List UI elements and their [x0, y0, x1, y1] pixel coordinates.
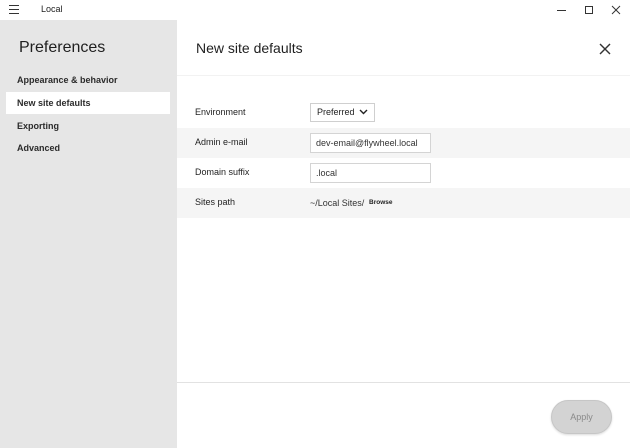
environment-select[interactable]: Preferred: [310, 103, 375, 122]
sidebar: Preferences Appearance & behavior New si…: [0, 20, 176, 448]
sidebar-item-appearance[interactable]: Appearance & behavior: [6, 69, 170, 91]
maximize-button[interactable]: [574, 0, 604, 20]
minimize-icon: [556, 9, 566, 11]
chevron-down-icon: [359, 109, 368, 115]
title-bar: Local: [0, 0, 630, 20]
sidebar-item-exporting[interactable]: Exporting: [6, 115, 170, 137]
environment-row: Environment Preferred: [177, 98, 630, 128]
page-title: New site defaults: [196, 40, 303, 56]
sites-path-label: Sites path: [195, 197, 236, 207]
environment-select-value: Preferred: [317, 107, 355, 117]
app-title: Local: [41, 4, 63, 14]
header-divider: [177, 75, 630, 76]
admin-email-row: Admin e-mail dev-email@flywheel.local: [177, 128, 630, 158]
admin-email-label: Admin e-mail: [195, 137, 248, 147]
close-preferences-icon[interactable]: [598, 42, 612, 56]
domain-suffix-label: Domain suffix: [195, 167, 250, 177]
minimize-button[interactable]: [546, 0, 576, 20]
hamburger-icon[interactable]: [9, 5, 19, 14]
maximize-icon: [585, 6, 593, 14]
environment-label: Environment: [195, 107, 246, 117]
browse-button[interactable]: Browse: [369, 199, 392, 206]
apply-button[interactable]: Apply: [551, 400, 612, 434]
sites-path-value: ~/Local Sites/: [310, 198, 365, 208]
sites-path-row: Sites path ~/Local Sites/ Browse: [177, 188, 630, 218]
close-icon: [611, 5, 621, 15]
main-panel: New site defaults Environment Preferred …: [177, 20, 630, 448]
domain-suffix-field[interactable]: .local: [310, 163, 431, 183]
domain-suffix-row: Domain suffix .local: [177, 158, 630, 188]
sidebar-item-new-site-defaults[interactable]: New site defaults: [6, 92, 170, 114]
window-close-button[interactable]: [601, 0, 630, 20]
sidebar-title: Preferences: [19, 39, 106, 56]
footer-divider: [177, 382, 630, 383]
admin-email-field[interactable]: dev-email@flywheel.local: [310, 133, 431, 153]
sidebar-item-advanced[interactable]: Advanced: [6, 137, 170, 159]
